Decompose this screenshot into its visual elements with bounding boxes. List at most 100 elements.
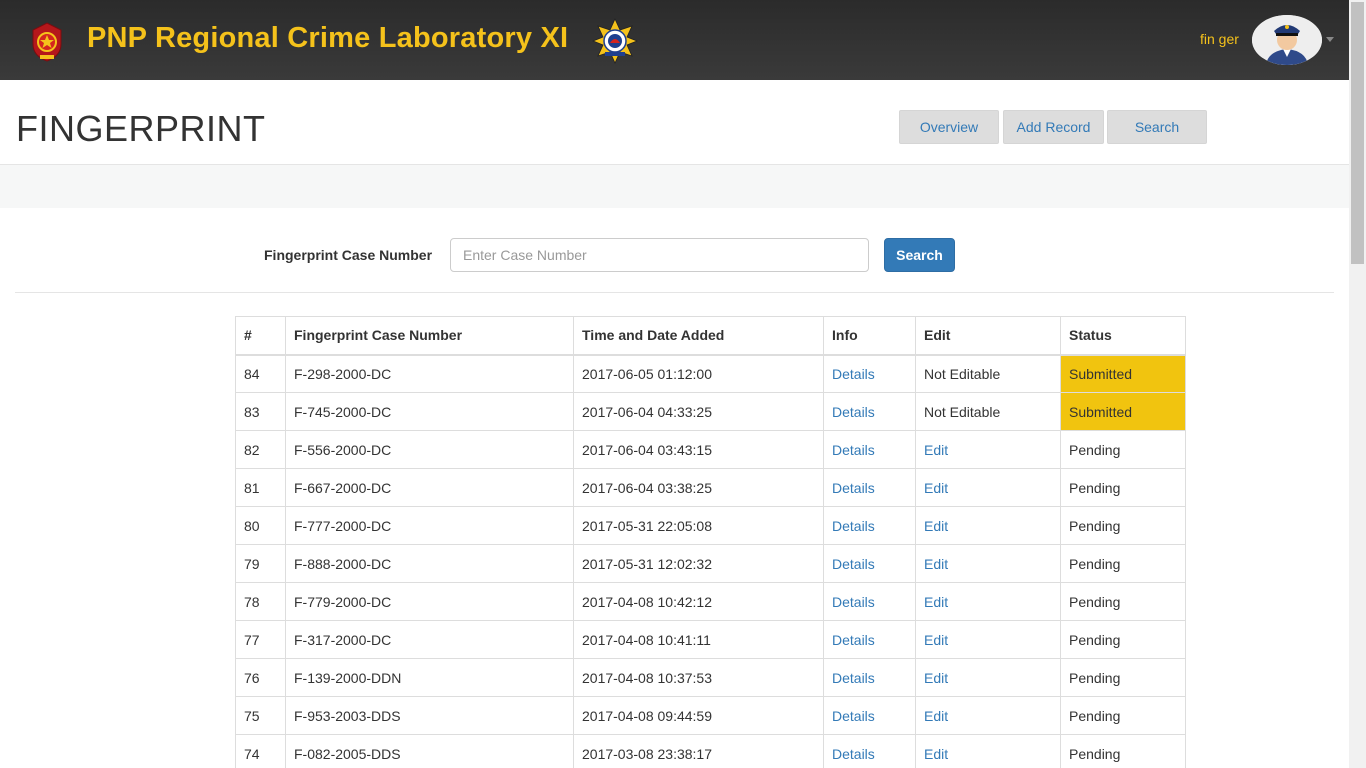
- page-title: FINGERPRINT: [16, 108, 266, 149]
- date-added-cell: 2017-03-08 23:38:17: [573, 734, 824, 768]
- date-added-cell: 2017-05-31 22:05:08: [573, 506, 824, 545]
- edit-link[interactable]: Edit: [924, 632, 948, 648]
- edit-link[interactable]: Edit: [924, 594, 948, 610]
- row-number: 76: [235, 658, 286, 697]
- status-cell: Pending: [1060, 582, 1186, 621]
- row-number: 82: [235, 430, 286, 469]
- scrollbar-thumb[interactable]: [1351, 2, 1364, 264]
- details-link[interactable]: Details: [832, 746, 875, 762]
- case-number-cell: F-888-2000-DC: [285, 544, 574, 583]
- table-row: 79 F-888-2000-DC 2017-05-31 12:02:32 Detail…: [235, 544, 1186, 583]
- date-added-cell: 2017-06-04 03:38:25: [573, 468, 824, 507]
- column-header-number: #: [235, 316, 286, 356]
- column-header-status: Status: [1060, 316, 1186, 356]
- row-number: 74: [235, 734, 286, 768]
- edit-link-cell: Edit: [915, 544, 1061, 583]
- details-link-cell: Details: [823, 544, 916, 583]
- edit-link-cell: Edit: [915, 734, 1061, 768]
- status-cell: Submitted: [1060, 354, 1186, 393]
- edit-link[interactable]: Edit: [924, 670, 948, 686]
- pnp-badge-icon[interactable]: [30, 22, 64, 62]
- case-number-cell: F-779-2000-DC: [285, 582, 574, 621]
- case-number-label: Fingerprint Case Number: [264, 247, 433, 263]
- table-row: 84 F-298-2000-DC 2017-06-05 01:12:00 Detail…: [235, 354, 1186, 393]
- status-cell: Pending: [1060, 658, 1186, 697]
- not-editable-text: Not Editable: [915, 392, 1061, 431]
- edit-link-cell: Edit: [915, 430, 1061, 469]
- details-link[interactable]: Details: [832, 366, 875, 382]
- table-row: 77 F-317-2000-DC 2017-04-08 10:41:11 Detail…: [235, 620, 1186, 659]
- user-menu-name[interactable]: fin ger: [1200, 31, 1239, 47]
- search-nav-button[interactable]: Search: [1107, 110, 1207, 144]
- edit-link[interactable]: Edit: [924, 480, 948, 496]
- toolbar-band: [0, 165, 1349, 208]
- crime-lab-star-badge-icon: [592, 18, 638, 64]
- row-number: 81: [235, 468, 286, 507]
- records-table: # Fingerprint Case Number Time and Date …: [235, 316, 1186, 768]
- table-row: 76 F-139-2000-DDN 2017-04-08 10:37:53 Detai…: [235, 658, 1186, 697]
- edit-link-cell: Edit: [915, 506, 1061, 545]
- row-number: 75: [235, 696, 286, 735]
- column-header-edit: Edit: [915, 316, 1061, 356]
- user-avatar[interactable]: [1252, 15, 1322, 65]
- status-cell: Pending: [1060, 734, 1186, 768]
- status-cell: Pending: [1060, 506, 1186, 545]
- table-row: 75 F-953-2003-DDS 2017-04-08 09:44:59 Detai…: [235, 696, 1186, 735]
- edit-link[interactable]: Edit: [924, 442, 948, 458]
- details-link[interactable]: Details: [832, 556, 875, 572]
- details-link[interactable]: Details: [832, 594, 875, 610]
- case-number-cell: F-139-2000-DDN: [285, 658, 574, 697]
- details-link-cell: Details: [823, 696, 916, 735]
- case-number-cell: F-556-2000-DC: [285, 430, 574, 469]
- overview-button[interactable]: Overview: [899, 110, 999, 144]
- date-added-cell: 2017-04-08 10:42:12: [573, 582, 824, 621]
- details-link-cell: Details: [823, 582, 916, 621]
- row-number: 78: [235, 582, 286, 621]
- edit-link[interactable]: Edit: [924, 556, 948, 572]
- chevron-down-icon[interactable]: [1326, 37, 1334, 42]
- status-cell: Pending: [1060, 544, 1186, 583]
- edit-link-cell: Edit: [915, 620, 1061, 659]
- details-link[interactable]: Details: [832, 404, 875, 420]
- table-body: 84 F-298-2000-DC 2017-06-05 01:12:00 Detail…: [235, 354, 1186, 768]
- table-row: 80 F-777-2000-DC 2017-05-31 22:05:08 Detail…: [235, 506, 1186, 545]
- details-link[interactable]: Details: [832, 442, 875, 458]
- row-number: 77: [235, 620, 286, 659]
- case-number-cell: F-082-2005-DDS: [285, 734, 574, 768]
- date-added-cell: 2017-04-08 10:41:11: [573, 620, 824, 659]
- case-number-cell: F-667-2000-DC: [285, 468, 574, 507]
- row-number: 80: [235, 506, 286, 545]
- divider: [15, 292, 1334, 293]
- table-row: 74 F-082-2005-DDS 2017-03-08 23:38:17 Detai…: [235, 734, 1186, 768]
- table-row: 78 F-779-2000-DC 2017-04-08 10:42:12 Detail…: [235, 582, 1186, 621]
- details-link-cell: Details: [823, 430, 916, 469]
- details-link[interactable]: Details: [832, 518, 875, 534]
- details-link-cell: Details: [823, 354, 916, 393]
- table-row: 81 F-667-2000-DC 2017-06-04 03:38:25 Detail…: [235, 468, 1186, 507]
- table-row: 82 F-556-2000-DC 2017-06-04 03:43:15 Detail…: [235, 430, 1186, 469]
- edit-link[interactable]: Edit: [924, 746, 948, 762]
- details-link-cell: Details: [823, 658, 916, 697]
- status-cell: Submitted: [1060, 392, 1186, 431]
- column-header-case-number: Fingerprint Case Number: [285, 316, 574, 356]
- details-link[interactable]: Details: [832, 670, 875, 686]
- edit-link-cell: Edit: [915, 582, 1061, 621]
- column-header-date-added: Time and Date Added: [573, 316, 824, 356]
- date-added-cell: 2017-04-08 09:44:59: [573, 696, 824, 735]
- edit-link[interactable]: Edit: [924, 518, 948, 534]
- add-record-button[interactable]: Add Record: [1003, 110, 1104, 144]
- page: PNP Regional Crime Laboratory XI fin ger: [0, 0, 1366, 768]
- police-officer-avatar-icon: [1252, 15, 1322, 65]
- edit-link[interactable]: Edit: [924, 708, 948, 724]
- details-link[interactable]: Details: [832, 480, 875, 496]
- details-link-cell: Details: [823, 620, 916, 659]
- case-number-cell: F-953-2003-DDS: [285, 696, 574, 735]
- details-link[interactable]: Details: [832, 708, 875, 724]
- edit-link-cell: Edit: [915, 658, 1061, 697]
- details-link[interactable]: Details: [832, 632, 875, 648]
- app-title[interactable]: PNP Regional Crime Laboratory XI: [87, 22, 568, 55]
- top-navbar: PNP Regional Crime Laboratory XI fin ger: [0, 0, 1349, 80]
- case-number-input[interactable]: [450, 238, 869, 272]
- table-header-row: # Fingerprint Case Number Time and Date …: [235, 316, 1186, 356]
- search-button[interactable]: Search: [884, 238, 955, 272]
